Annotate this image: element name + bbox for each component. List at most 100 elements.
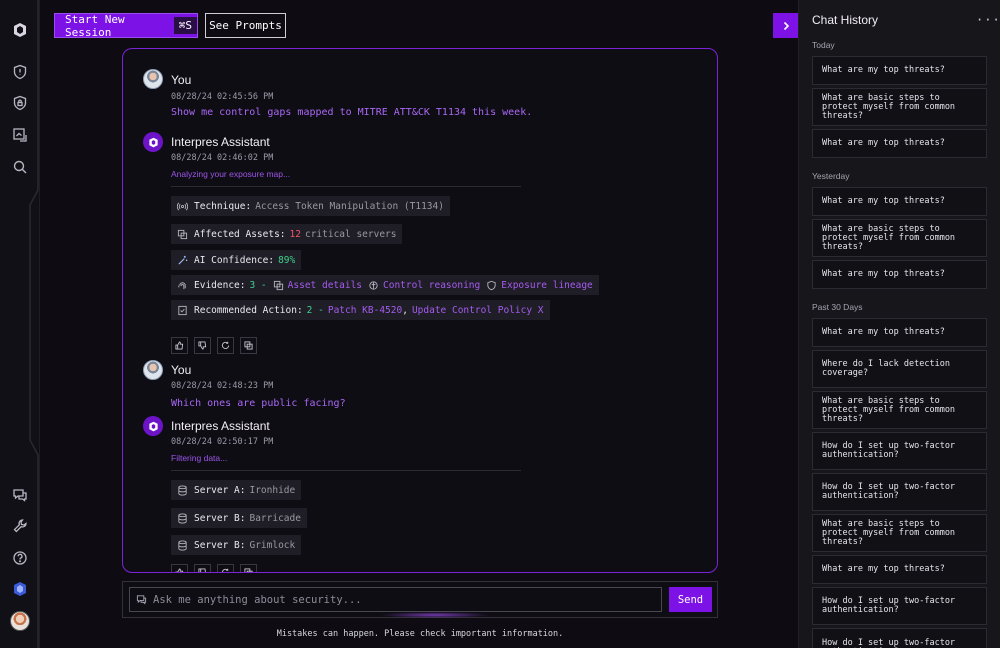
- chat-icon[interactable]: [11, 486, 29, 504]
- server-value: Barricade: [249, 512, 301, 524]
- search-icon[interactable]: [11, 158, 29, 176]
- divider: [171, 470, 521, 471]
- history-section-label: Past 30 Days: [812, 302, 863, 312]
- copy-icon: [244, 341, 253, 350]
- assets-icon: [177, 229, 188, 239]
- help-icon[interactable]: [11, 549, 29, 567]
- confidence-chip: AI Confidence: 89%: [171, 250, 302, 270]
- user-avatar: [143, 360, 163, 380]
- collapse-history-button[interactable]: [773, 13, 798, 38]
- server-chip: Server B: Barricade: [171, 508, 307, 528]
- chat-input[interactable]: [153, 593, 643, 606]
- chevron-right-icon: [783, 21, 789, 30]
- wrench-icon[interactable]: [11, 517, 29, 535]
- assets-suffix: critical servers: [304, 228, 397, 240]
- history-item[interactable]: What are my top threats?: [812, 187, 987, 216]
- history-item[interactable]: What are my top threats?: [812, 129, 987, 158]
- copy-button[interactable]: [240, 564, 257, 572]
- thumbs-down-icon: [198, 341, 207, 350]
- server-chip: Server A: Ironhide: [171, 480, 302, 500]
- history-item[interactable]: How do I set up two-factor authenticatio…: [812, 587, 987, 625]
- message-timestamp: 08/28/24 02:48:23 PM: [171, 381, 274, 391]
- history-item[interactable]: What are basic steps to protect myself f…: [812, 219, 987, 257]
- thumbs-down-button[interactable]: [194, 337, 211, 354]
- thumbs-up-button[interactable]: [171, 337, 188, 354]
- history-item[interactable]: What are basic steps to protect myself f…: [812, 88, 987, 126]
- history-item[interactable]: What are my top threats?: [812, 56, 987, 85]
- copy-button[interactable]: [240, 337, 257, 354]
- regenerate-button[interactable]: [217, 337, 234, 354]
- assistant-logo-icon: [148, 137, 158, 147]
- database-icon: [178, 512, 187, 524]
- history-item[interactable]: What are my top threats?: [812, 555, 987, 584]
- app: Start New Session ⌘S See Prompts You 08/…: [0, 0, 1000, 648]
- reports-icon[interactable]: [11, 126, 29, 144]
- fingerprint-icon: [178, 281, 186, 289]
- database-icon: [178, 539, 187, 551]
- history-item[interactable]: What are my top threats?: [812, 260, 987, 289]
- server-value: Grimlock: [249, 539, 296, 551]
- evidence-exposure-lineage-link[interactable]: Exposure lineage: [486, 280, 593, 291]
- update-policy-link[interactable]: Update Control Policy X: [412, 305, 544, 316]
- chat-bubble-icon: [136, 595, 147, 605]
- regenerate-button[interactable]: [217, 564, 234, 572]
- user-message-text: Show me control gaps mapped to MITRE ATT…: [171, 107, 533, 118]
- history-item[interactable]: How do I set up two-factor authenticatio…: [812, 473, 987, 511]
- clipboard-check-icon: [178, 305, 187, 315]
- assistant-status: Analyzing your exposure map...: [171, 169, 291, 179]
- assets-label: Affected Assets:: [194, 228, 286, 240]
- shield-lock-icon[interactable]: [11, 94, 29, 112]
- chat-input-box: [129, 587, 662, 612]
- start-new-session-button[interactable]: Start New Session ⌘S: [54, 12, 198, 39]
- assistant-status: Filtering data...: [171, 453, 228, 463]
- message-timestamp: 08/28/24 02:50:17 PM: [171, 437, 274, 447]
- assistant-logo-icon: [148, 421, 158, 431]
- assets-chip: Affected Assets: 12 critical servers: [171, 224, 403, 244]
- chat-panel: You 08/28/24 02:45:56 PM Show me control…: [122, 48, 718, 573]
- history-item[interactable]: What are basic steps to protect myself f…: [812, 514, 987, 552]
- chat-history-title: Chat History: [812, 13, 879, 27]
- refresh-icon: [221, 341, 230, 349]
- shield-icon: [487, 280, 496, 290]
- logo-icon[interactable]: [11, 21, 29, 39]
- history-item[interactable]: What are my top threats?: [812, 318, 987, 347]
- confidence-value: 89%: [278, 254, 296, 266]
- history-item[interactable]: How do I set up two-factor authenticatio…: [812, 432, 987, 470]
- evidence-asset-details-link[interactable]: Asset details: [273, 280, 362, 291]
- message-author: You: [171, 73, 192, 87]
- divider: [171, 186, 521, 187]
- message-timestamp: 08/28/24 02:45:56 PM: [171, 92, 274, 102]
- user-avatar[interactable]: [10, 611, 30, 631]
- message-actions: [171, 564, 257, 572]
- assistant-logo-icon[interactable]: [11, 580, 29, 598]
- start-new-session-label: Start New Session: [65, 12, 125, 39]
- left-rail: [0, 0, 40, 648]
- database-icon: [178, 484, 187, 496]
- message-author: Interpres Assistant: [171, 135, 270, 149]
- history-item[interactable]: How do I set up two-factor authenticatio…: [812, 628, 987, 648]
- thumbs-down-button[interactable]: [194, 564, 211, 572]
- message-timestamp: 08/28/24 02:46:02 PM: [171, 153, 274, 163]
- antenna-icon: [177, 202, 188, 210]
- user-avatar: [143, 69, 163, 89]
- shield-alert-icon[interactable]: [11, 63, 29, 81]
- evidence-count: 3 -: [249, 279, 267, 291]
- patch-link[interactable]: Patch KB-4520: [328, 305, 402, 316]
- server-label: Server B:: [194, 512, 246, 524]
- message-author: Interpres Assistant: [171, 419, 270, 433]
- server-label: Server A:: [194, 484, 246, 496]
- evidence-control-reasoning-link[interactable]: Control reasoning: [368, 280, 480, 291]
- see-prompts-button[interactable]: See Prompts: [205, 13, 286, 38]
- more-options-icon[interactable]: ···: [976, 13, 1000, 27]
- history-item[interactable]: Where do I lack detection coverage?: [812, 350, 987, 388]
- chat-history-panel: Chat History ··· Today What are my top t…: [798, 0, 1000, 648]
- brain-icon: [369, 280, 378, 290]
- history-item[interactable]: What are basic steps to protect myself f…: [812, 391, 987, 429]
- thumbs-up-button[interactable]: [171, 564, 188, 572]
- disclaimer-text: Mistakes can happen. Please check import…: [276, 629, 564, 639]
- recommended-action-chip: Recommended Action: 2 - Patch KB-4520 , …: [171, 300, 550, 320]
- magic-wand-icon: [178, 255, 188, 265]
- send-button[interactable]: Send: [669, 587, 712, 612]
- assets-icon: [273, 280, 283, 290]
- thumbs-up-icon: [175, 568, 184, 572]
